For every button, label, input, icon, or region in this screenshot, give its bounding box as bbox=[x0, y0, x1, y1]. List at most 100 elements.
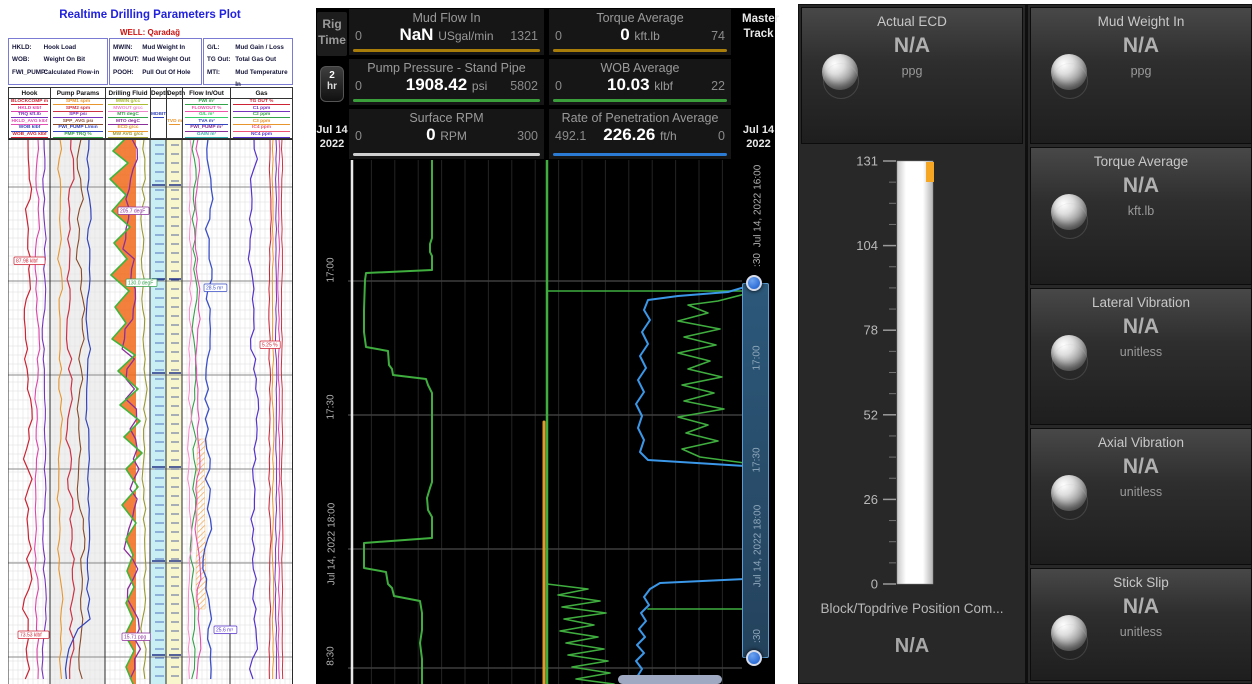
track-scale-row: C1 ppm bbox=[231, 106, 292, 113]
interval-button[interactable]: 2 hr bbox=[320, 66, 344, 102]
time-axis-label: 17:00 bbox=[316, 235, 348, 305]
track-header-col: Drilling FluidMWIN g/ccMWOUT g/ccMTI deg… bbox=[105, 87, 150, 139]
track-scale-label: FWI_PUMP L/min bbox=[51, 125, 105, 130]
gauge-value-number: 226.26 bbox=[603, 125, 655, 144]
gauge-title: Rate of Penetration Average bbox=[549, 111, 731, 125]
card-lateral-vibration[interactable]: Lateral VibrationN/Aunitless bbox=[1030, 288, 1252, 425]
card-title: Mud Weight In bbox=[1031, 14, 1251, 29]
track-scale-label: TRQ kft.lb bbox=[9, 112, 50, 117]
card-title: Axial Vibration bbox=[1031, 435, 1251, 450]
well-log-plot: 205.7 degF130.0 degF87.98 klbf28.5 m³5.2… bbox=[8, 139, 293, 684]
track-scale-row bbox=[167, 112, 182, 119]
legend-row: FWI_PUMP:Calculated Flow-in bbox=[12, 67, 105, 79]
track-scale-row: FWI_PUMP m³ bbox=[183, 125, 230, 132]
card-mud-weight-in[interactable]: Mud Weight InN/Appg bbox=[1030, 7, 1252, 144]
left-axis-date: Jul 14 2022 bbox=[316, 124, 348, 152]
track-scale-row bbox=[167, 132, 182, 139]
track-scale-line bbox=[53, 137, 103, 138]
time-label: Time bbox=[317, 33, 347, 49]
track-header-name: Flow In/Out bbox=[183, 88, 230, 99]
selection-handle-top[interactable] bbox=[746, 275, 762, 291]
gauge-torque-average[interactable]: Torque Average0740 kft.lb bbox=[548, 8, 732, 56]
track-scale-row: MDBIT m bbox=[151, 112, 166, 119]
card-actual-ecd[interactable]: Actual ECDN/Appg bbox=[801, 7, 1023, 144]
right-panel-right-column: Mud Weight InN/AppgTorque AverageN/Akft.… bbox=[1028, 5, 1251, 683]
track-header-col: Pump ParamsSPM1 spmSPM2 spmSPP psiSPP_AV… bbox=[50, 87, 105, 139]
track-scale-line bbox=[11, 137, 48, 138]
legend-abbr: WOB: bbox=[12, 54, 44, 66]
svg-text:205.7 degF: 205.7 degF bbox=[120, 209, 145, 215]
track-scale-row: FLOWOUT % bbox=[183, 106, 230, 113]
track-scale-label: SPP_AVG psi bbox=[51, 119, 105, 124]
track-scale-label: C3 ppm bbox=[231, 119, 292, 124]
track-scale-row: WOB klbf bbox=[9, 125, 50, 132]
gauge-wob-average[interactable]: WOB Average02210.03 klbf bbox=[548, 58, 732, 106]
master-label: Master bbox=[742, 12, 775, 27]
track-scale-label: NC4 ppm bbox=[231, 132, 292, 137]
track-scale-row bbox=[151, 132, 166, 139]
time-chart[interactable] bbox=[348, 160, 745, 684]
card-title: Stick Slip bbox=[1031, 575, 1251, 590]
svg-text:26: 26 bbox=[864, 492, 878, 507]
track-scale-row: C2 ppm bbox=[231, 112, 292, 119]
track-scale-row: TVD m bbox=[167, 119, 182, 126]
track-scale-label: PMP TRQ % bbox=[51, 132, 105, 137]
svg-text:87.98 klbf: 87.98 klbf bbox=[16, 259, 38, 265]
track-scale-label: BLOCKCOMP m bbox=[9, 99, 50, 104]
gauge-pump-pressure-stand-pipe[interactable]: Pump Pressure - Stand Pipe058021908.42 p… bbox=[348, 58, 545, 106]
gauge-value: 0 kft.lb bbox=[549, 25, 731, 45]
track-scale-row bbox=[167, 125, 182, 132]
track-scale-row: WOB_AVG klbf bbox=[9, 132, 50, 139]
gauge-value-number: 0 bbox=[426, 125, 435, 144]
track-scale-label: SPM2 spm bbox=[51, 106, 105, 111]
gauge-surface-rpm[interactable]: Surface RPM03000 RPM bbox=[348, 108, 545, 160]
gauge-value-number: NaN bbox=[399, 25, 433, 44]
legend-abbr: G/L: bbox=[207, 42, 235, 54]
track-scale-row: HKLD klbf bbox=[9, 106, 50, 113]
status-sphere-icon bbox=[1051, 615, 1087, 651]
legend-abbr: POOH: bbox=[113, 67, 142, 79]
legend-desc: Weight On Bit bbox=[44, 54, 105, 66]
track-scale-label: FWI m³ bbox=[183, 99, 230, 104]
status-sphere-icon bbox=[1051, 335, 1087, 371]
card-stick-slip[interactable]: Stick SlipN/Aunitless bbox=[1030, 568, 1252, 681]
gauge-value: 0 RPM bbox=[349, 125, 544, 145]
gauge-range-bar bbox=[353, 99, 540, 103]
legend-abbr: MWOUT: bbox=[113, 54, 142, 66]
selection-handle-bottom[interactable] bbox=[746, 650, 762, 666]
track-scale-row: MWOUT g/cc bbox=[106, 106, 150, 113]
time-axis-label: 17:30 bbox=[316, 372, 348, 442]
track-scale-row: MWIN g/cc bbox=[106, 99, 150, 106]
rig-time-label: Rig Time bbox=[317, 12, 347, 56]
track-header-name: Depth bbox=[167, 88, 182, 99]
gauge-value-number: 10.03 bbox=[607, 75, 650, 94]
gauge-mud-flow-in[interactable]: Mud Flow In01321NaN USgal/min bbox=[348, 8, 545, 56]
track-scale-row: MTI degC bbox=[106, 112, 150, 119]
gauge-value: 1908.42 psi bbox=[349, 75, 544, 95]
track-scale-label: ECD g/cc bbox=[106, 125, 150, 130]
gauge-value: 10.03 klbf bbox=[549, 75, 731, 95]
svg-text:52: 52 bbox=[864, 407, 878, 422]
gauge-value: NaN USgal/min bbox=[349, 25, 544, 45]
svg-text:15.71 ppg: 15.71 ppg bbox=[124, 635, 146, 641]
track-scale-label: GAIN m³ bbox=[183, 132, 230, 137]
track-header-name: Depth bbox=[151, 88, 166, 99]
track-scale-label: C1 ppm bbox=[231, 106, 292, 111]
gauge-rate-of-penetration-average[interactable]: Rate of Penetration Average492.10226.26 … bbox=[548, 108, 732, 160]
time-axis-label: 8:30 bbox=[316, 621, 348, 684]
horizontal-scrollbar[interactable] bbox=[618, 675, 722, 684]
block-position-label: Block/Topdrive Position Com... bbox=[799, 601, 1025, 616]
legend-abbr: MWIN: bbox=[113, 42, 142, 54]
status-sphere-icon bbox=[1051, 475, 1087, 511]
card-torque-average[interactable]: Torque AverageN/Akft.lb bbox=[1030, 147, 1252, 285]
status-sphere-icon bbox=[1051, 54, 1087, 90]
legend-row: POOH:Pull Out Of Hole bbox=[113, 67, 199, 79]
master-track[interactable]: Master Track Jul 14 2022 Jul 14, 202216:… bbox=[742, 8, 775, 684]
track-scale-label: FWI_PUMP m³ bbox=[183, 125, 230, 130]
gauge-value: 226.26 ft/h bbox=[549, 125, 731, 145]
track-scale-row: IC4 ppm bbox=[231, 125, 292, 132]
legend-abbr: TG Out: bbox=[207, 54, 235, 66]
gauge-title: Pump Pressure - Stand Pipe bbox=[349, 61, 544, 75]
card-axial-vibration[interactable]: Axial VibrationN/Aunitless bbox=[1030, 428, 1252, 565]
legend-box: MWIN:Mud Weight InMWOUT:Mud Weight OutPO… bbox=[109, 38, 202, 85]
